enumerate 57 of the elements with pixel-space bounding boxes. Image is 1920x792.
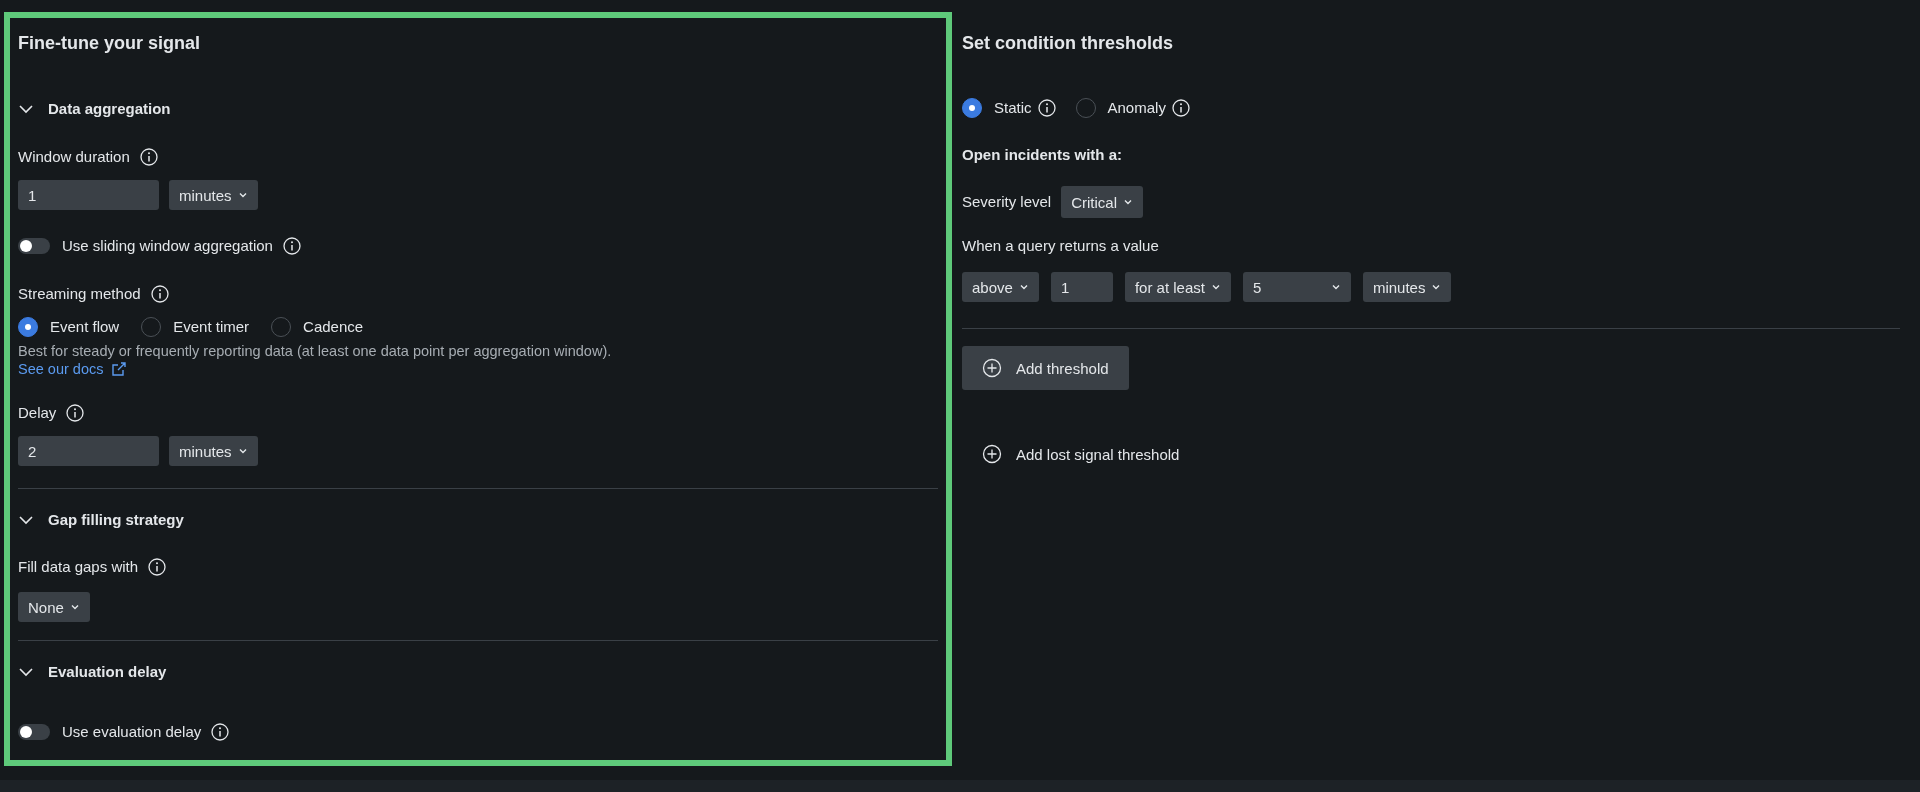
field-label: Fill data gaps with: [18, 557, 139, 577]
dropdown[interactable]: None: [18, 592, 90, 622]
field-label: Severity level: [962, 192, 1052, 212]
section-title: Data aggregation: [48, 99, 171, 119]
plus-icon: [982, 444, 1002, 464]
field-label: Streaming method: [18, 284, 141, 304]
info-icon[interactable]: [66, 404, 85, 422]
field-label: When a query returns a value: [962, 236, 1160, 256]
caret-icon: [1018, 282, 1029, 292]
info-icon[interactable]: [150, 285, 169, 303]
external-link-icon: [111, 361, 128, 377]
panel-title: Set condition thresholds: [962, 32, 1174, 55]
dropdown[interactable]: minutes: [169, 180, 258, 210]
help-text: Best for steady or frequently reporting data (at least one data point per aggregation window).: [18, 342, 613, 360]
caret-icon: [1210, 282, 1221, 292]
radio-label: Event timer: [173, 317, 250, 337]
radio-label: Anomaly: [1107, 98, 1166, 118]
radio-label: Cadence: [303, 317, 364, 337]
dropdown[interactable]: 5: [1242, 272, 1351, 302]
section-title: Evaluation delay: [48, 662, 167, 682]
number-input[interactable]: 1: [1050, 272, 1113, 302]
caret-icon: [1431, 282, 1442, 292]
radio-button[interactable]: [962, 98, 982, 118]
plus-icon: [982, 358, 1002, 378]
dropdown[interactable]: for at least: [1124, 272, 1231, 302]
radio-label: Event flow: [50, 317, 120, 337]
docs-link[interactable]: See our docs: [18, 360, 128, 378]
caret-icon: [237, 190, 248, 200]
radio-button[interactable]: [18, 317, 38, 337]
toggle-label: Use sliding window aggregation: [62, 236, 273, 256]
field-label: Window duration: [18, 147, 130, 167]
dropdown[interactable]: Critical: [1061, 186, 1144, 218]
field-label: Delay: [18, 403, 57, 423]
subheading: Open incidents with a:: [962, 145, 1123, 165]
add-lost-signal-button[interactable]: Add lost signal threshold: [962, 434, 1200, 474]
toggle-switch[interactable]: [18, 238, 50, 254]
dropdown[interactable]: minutes: [1362, 272, 1452, 302]
toggle-label: Use evaluation delay: [62, 722, 202, 742]
number-input[interactable]: 1: [18, 180, 159, 210]
panel-title: Fine-tune your signal: [18, 32, 201, 55]
info-icon[interactable]: [282, 237, 301, 255]
dropdown[interactable]: above: [962, 272, 1039, 302]
radio-label: Static: [994, 98, 1032, 118]
caret-icon: [237, 446, 248, 456]
caret-icon: [1123, 197, 1134, 207]
caret-icon: [1330, 282, 1341, 292]
caret-icon: [69, 602, 80, 612]
toggle-switch[interactable]: [18, 724, 50, 740]
info-icon[interactable]: [139, 148, 158, 166]
info-icon[interactable]: [1171, 99, 1190, 117]
info-icon[interactable]: [148, 558, 167, 576]
info-icon[interactable]: [1037, 99, 1056, 117]
number-input[interactable]: 2: [18, 436, 159, 466]
info-icon[interactable]: [211, 723, 230, 741]
add-threshold-button[interactable]: Add threshold: [962, 346, 1129, 390]
section-title: Gap filling strategy: [48, 510, 184, 530]
dropdown[interactable]: minutes: [169, 436, 258, 466]
